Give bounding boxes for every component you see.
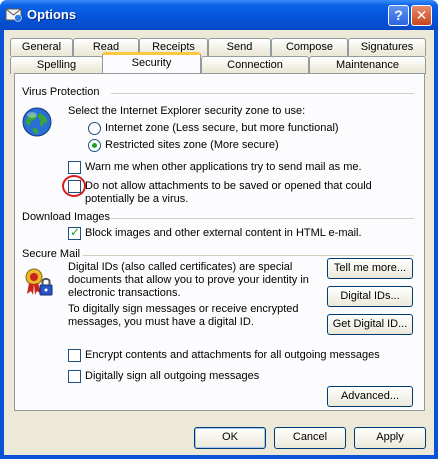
encrypt-outgoing-checkbox[interactable] — [68, 349, 81, 362]
tab-connection[interactable]: Connection — [201, 56, 309, 74]
sign-desc-1: To digitally sign messages or receive en… — [68, 303, 299, 315]
close-button[interactable]: ✕ — [411, 5, 432, 26]
block-images-checkbox[interactable] — [68, 225, 81, 240]
tab-send[interactable]: Send — [208, 38, 271, 56]
virus-protection-divider — [111, 93, 414, 94]
globe-icon — [22, 107, 52, 137]
internet-zone-radio[interactable] — [88, 122, 101, 135]
block-images-label[interactable]: Block images and other external content … — [85, 227, 362, 239]
title-bar[interactable]: Options ? ✕ — [0, 0, 438, 30]
restricted-zone-label[interactable]: Restricted sites zone (More secure) — [105, 139, 279, 151]
digital-ids-desc-1: Digital IDs (also called certificates) a… — [68, 261, 293, 273]
sign-desc-2: messages, you must have a digital ID. — [68, 316, 254, 328]
advanced-button[interactable]: Advanced... — [327, 386, 413, 407]
download-images-divider — [111, 218, 414, 219]
encrypt-outgoing-label[interactable]: Encrypt contents and attachments for all… — [85, 349, 380, 361]
help-button[interactable]: ? — [388, 5, 409, 26]
tab-maintenance[interactable]: Maintenance — [309, 56, 426, 74]
internet-zone-label[interactable]: Internet zone (Less secure, but more fun… — [105, 122, 339, 134]
security-panel: Virus Protection Select the Internet Exp… — [14, 73, 425, 411]
download-images-title: Download Images — [22, 211, 111, 223]
tab-security[interactable]: Security — [102, 52, 201, 73]
ok-button[interactable]: OK — [194, 427, 266, 449]
cancel-button[interactable]: Cancel — [274, 427, 346, 449]
sign-outgoing-checkbox[interactable] — [68, 370, 81, 383]
options-dialog: Options ? ✕ General Read Receipts Send C… — [0, 0, 438, 459]
tab-general[interactable]: General — [10, 38, 73, 56]
certificate-lock-icon — [25, 268, 53, 296]
secure-mail-divider — [83, 255, 414, 256]
tab-signatures[interactable]: Signatures — [348, 38, 426, 56]
block-attachments-label-2[interactable]: potentially be a virus. — [85, 193, 188, 205]
tab-spelling[interactable]: Spelling — [10, 56, 103, 74]
warn-send-mail-checkbox[interactable] — [68, 161, 81, 174]
virus-protection-title: Virus Protection — [22, 86, 100, 98]
tab-compose[interactable]: Compose — [271, 38, 348, 56]
zone-prompt: Select the Internet Explorer security zo… — [68, 105, 306, 117]
dialog-body: General Read Receipts Send Compose Signa… — [4, 30, 434, 455]
restricted-zone-radio[interactable] — [88, 139, 101, 152]
tell-me-more-button[interactable]: Tell me more... — [327, 258, 413, 279]
warn-send-mail-label[interactable]: Warn me when other applications try to s… — [85, 161, 362, 173]
block-attachments-label-1[interactable]: Do not allow attachments to be saved or … — [85, 180, 372, 192]
digital-ids-desc-2: documents that allow you to prove your i… — [68, 274, 309, 286]
get-digital-id-button[interactable]: Get Digital ID... — [327, 314, 413, 335]
sign-outgoing-label[interactable]: Digitally sign all outgoing messages — [85, 370, 259, 382]
highlight-circle — [62, 175, 86, 197]
options-app-icon — [5, 8, 22, 22]
window-title: Options — [27, 7, 77, 22]
digital-ids-button[interactable]: Digital IDs... — [327, 286, 413, 307]
apply-button[interactable]: Apply — [354, 427, 426, 449]
digital-ids-desc-3: electronic transactions. — [68, 287, 181, 299]
secure-mail-title: Secure Mail — [22, 248, 81, 260]
